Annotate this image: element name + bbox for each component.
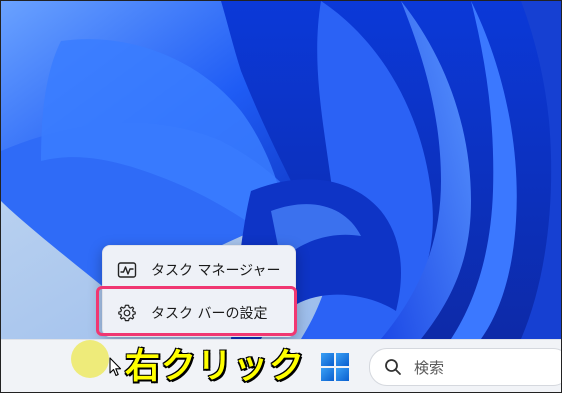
search-icon	[385, 359, 401, 375]
taskbar-search-box[interactable]: 検索	[369, 348, 561, 386]
start-button[interactable]	[319, 351, 351, 383]
mouse-cursor-icon	[109, 357, 122, 377]
windows-logo-icon	[321, 353, 349, 381]
right-click-annotation: 右クリック	[124, 346, 306, 388]
task-manager-icon	[117, 260, 137, 280]
menu-item-task-manager[interactable]: タスク マネージャー	[109, 252, 289, 288]
screen: タスク マネージャー タスク バーの設定 右クリック 検索	[0, 0, 562, 393]
menu-item-label: タスク マネージャー	[151, 263, 281, 279]
highlight-annotation-box	[96, 286, 297, 336]
search-placeholder: 検索	[414, 358, 445, 377]
click-indicator	[71, 340, 109, 378]
